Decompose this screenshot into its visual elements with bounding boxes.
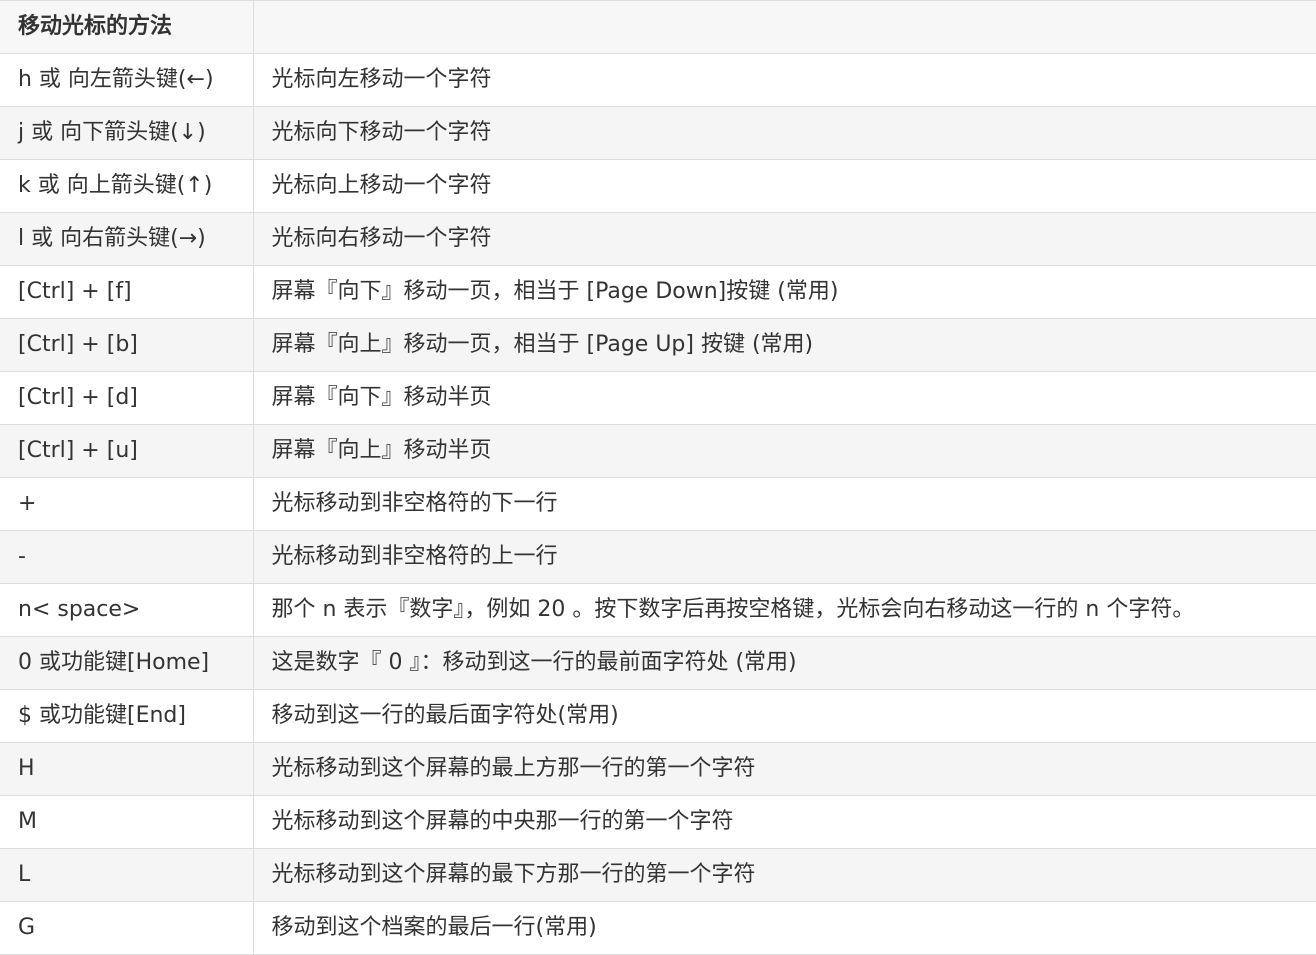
description-cell: 光标移动到非空格符的下一行	[252, 477, 1316, 531]
key-cell: j 或 向下箭头键(↓)	[0, 106, 254, 160]
description-cell: 移动到这一行的最后面字符处(常用)	[252, 689, 1316, 743]
table-row: [Ctrl] + [d] 屏幕『向下』移动半页	[0, 371, 1316, 425]
description-cell: 这是数字『 0 』：移动到这一行的最前面字符处 (常用)	[252, 636, 1316, 690]
table-row: j 或 向下箭头键(↓) 光标向下移动一个字符	[0, 106, 1316, 160]
key-cell: +	[0, 477, 254, 531]
description-cell: 屏幕『向上』移动半页	[252, 424, 1316, 478]
key-cell: L	[0, 848, 254, 902]
key-cell: M	[0, 795, 254, 849]
description-cell: 光标移动到这个屏幕的最下方那一行的第一个字符	[252, 848, 1316, 902]
key-cell: -	[0, 530, 254, 584]
description-cell: 屏幕『向上』移动一页，相当于 [Page Up] 按键 (常用)	[252, 318, 1316, 372]
key-cell: 0 或功能键[Home]	[0, 636, 254, 690]
description-cell: 屏幕『向下』移动一页，相当于 [Page Down]按键 (常用)	[252, 265, 1316, 319]
table-row: H 光标移动到这个屏幕的最上方那一行的第一个字符	[0, 742, 1316, 796]
table-row: M 光标移动到这个屏幕的中央那一行的第一个字符	[0, 795, 1316, 849]
key-cell: [Ctrl] + [d]	[0, 371, 254, 425]
description-cell: 光标移动到这个屏幕的最上方那一行的第一个字符	[252, 742, 1316, 796]
cursor-movement-table: 移动光标的方法 h 或 向左箭头键(←) 光标向左移动一个字符 j 或 向下箭头…	[0, 0, 1316, 955]
key-cell: [Ctrl] + [b]	[0, 318, 254, 372]
table-header-row: 移动光标的方法	[0, 0, 1316, 54]
table-row: G 移动到这个档案的最后一行(常用)	[0, 901, 1316, 955]
table-row: [Ctrl] + [f] 屏幕『向下』移动一页，相当于 [Page Down]按…	[0, 265, 1316, 319]
key-cell: n< space>	[0, 583, 254, 637]
table-row: L 光标移动到这个屏幕的最下方那一行的第一个字符	[0, 848, 1316, 902]
key-cell: l 或 向右箭头键(→)	[0, 212, 254, 266]
table-row: $ 或功能键[End] 移动到这一行的最后面字符处(常用)	[0, 689, 1316, 743]
description-cell: 那个 n 表示『数字』，例如 20 。按下数字后再按空格键，光标会向右移动这一行…	[252, 583, 1316, 637]
description-cell: 光标移动到这个屏幕的中央那一行的第一个字符	[252, 795, 1316, 849]
key-cell: [Ctrl] + [f]	[0, 265, 254, 319]
table-row: [Ctrl] + [u] 屏幕『向上』移动半页	[0, 424, 1316, 478]
key-cell: h 或 向左箭头键(←)	[0, 53, 254, 107]
key-cell: G	[0, 901, 254, 955]
table-row: h 或 向左箭头键(←) 光标向左移动一个字符	[0, 53, 1316, 107]
description-cell: 光标向右移动一个字符	[252, 212, 1316, 266]
key-cell: $ 或功能键[End]	[0, 689, 254, 743]
key-cell: k 或 向上箭头键(↑)	[0, 159, 254, 213]
header-method: 移动光标的方法	[0, 0, 254, 54]
description-cell: 屏幕『向下』移动半页	[252, 371, 1316, 425]
table-row: - 光标移动到非空格符的上一行	[0, 530, 1316, 584]
description-cell: 光标向上移动一个字符	[252, 159, 1316, 213]
table-row: + 光标移动到非空格符的下一行	[0, 477, 1316, 531]
table-row: 0 或功能键[Home] 这是数字『 0 』：移动到这一行的最前面字符处 (常用…	[0, 636, 1316, 690]
description-cell: 光标向左移动一个字符	[252, 53, 1316, 107]
table-row: k 或 向上箭头键(↑) 光标向上移动一个字符	[0, 159, 1316, 213]
description-cell: 光标移动到非空格符的上一行	[252, 530, 1316, 584]
table-row: l 或 向右箭头键(→) 光标向右移动一个字符	[0, 212, 1316, 266]
header-description	[252, 0, 1316, 54]
description-cell: 移动到这个档案的最后一行(常用)	[252, 901, 1316, 955]
table-row: n< space> 那个 n 表示『数字』，例如 20 。按下数字后再按空格键，…	[0, 583, 1316, 637]
key-cell: [Ctrl] + [u]	[0, 424, 254, 478]
description-cell: 光标向下移动一个字符	[252, 106, 1316, 160]
table-row: [Ctrl] + [b] 屏幕『向上』移动一页，相当于 [Page Up] 按键…	[0, 318, 1316, 372]
key-cell: H	[0, 742, 254, 796]
